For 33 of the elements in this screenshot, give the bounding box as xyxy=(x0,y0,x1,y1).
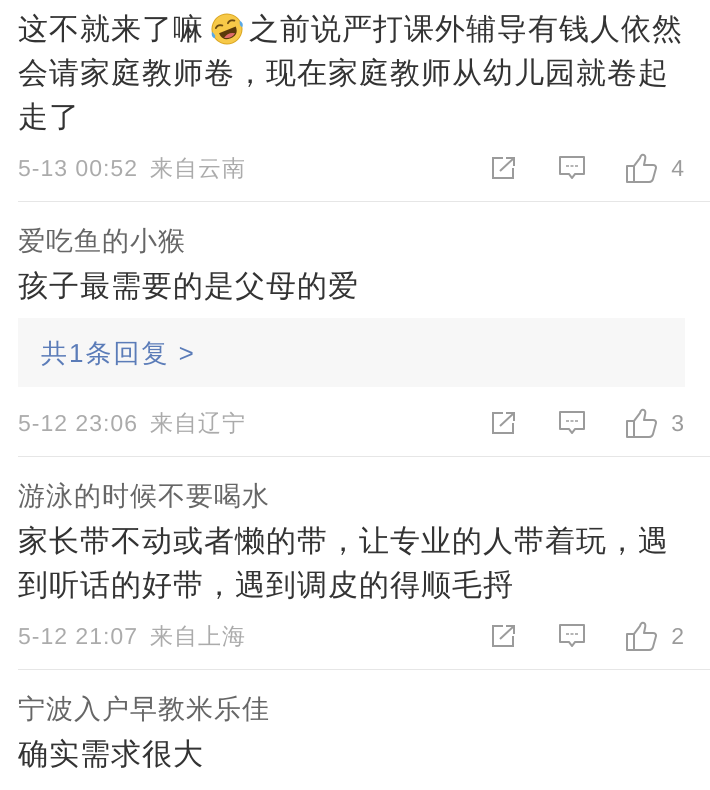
laughing-tears-emoji-icon xyxy=(209,12,245,46)
share-button[interactable] xyxy=(491,156,518,180)
comment-icon xyxy=(559,624,586,648)
comment-icon xyxy=(559,156,586,180)
share-button[interactable] xyxy=(491,411,518,435)
comment-button[interactable] xyxy=(559,156,586,180)
thumbs-up-icon xyxy=(626,621,658,651)
comment-text: 确实需求很大 xyxy=(18,737,205,773)
replies-link[interactable]: 共1条回复 > xyxy=(41,336,196,370)
like-button[interactable]: 4 xyxy=(626,153,684,183)
like-button[interactable]: 2 xyxy=(626,621,684,651)
comment-location: 来自上海 xyxy=(150,622,246,651)
comment-text: 孩子最需要的是父母的爱 xyxy=(18,269,360,305)
comment-time: 5-13 00:52 xyxy=(18,154,138,183)
thumbs-up-icon xyxy=(626,408,658,438)
comment-location: 来自云南 xyxy=(150,154,246,183)
username[interactable]: 爱吃鱼的小猴 xyxy=(18,223,186,259)
comment-location: 来自辽宁 xyxy=(150,409,246,438)
comment-button[interactable] xyxy=(559,624,586,648)
username[interactable]: 宁波入户早教米乐佳 xyxy=(18,691,270,727)
comment-text: 这不就来了嘛 之前说严打课外辅导有钱人依然会请家庭教师卷，现在家庭教师从幼儿园就卷起走了 xyxy=(18,11,684,136)
share-icon xyxy=(491,411,518,435)
comment-button[interactable] xyxy=(559,410,586,436)
comment-time: 5-12 23:06 xyxy=(18,409,138,438)
share-button[interactable] xyxy=(491,624,518,648)
like-button[interactable]: 3 xyxy=(626,408,684,438)
share-icon xyxy=(491,156,518,180)
comment-icon xyxy=(559,410,586,436)
comment-text: 家长带不动或者懒的带，让专业的人带着玩，遇到听话的好带，遇到调皮的得顺毛捋 xyxy=(18,524,670,604)
share-icon xyxy=(491,624,518,648)
username[interactable]: 游泳的时候不要喝水 xyxy=(18,478,270,514)
comment-time: 5-12 21:07 xyxy=(18,622,138,651)
thumbs-up-icon xyxy=(626,153,658,183)
